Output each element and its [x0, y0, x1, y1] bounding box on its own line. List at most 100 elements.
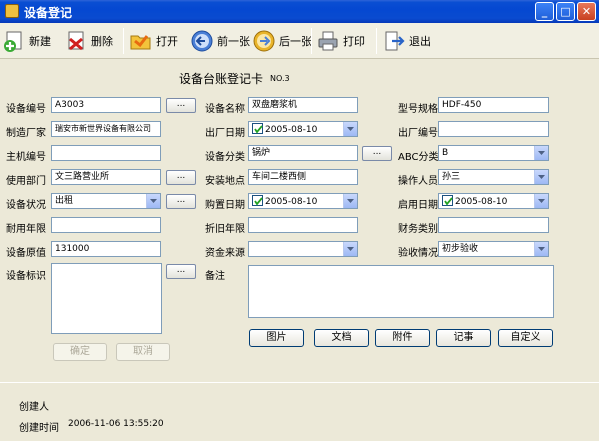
serial-no-label: 出厂编号 — [398, 128, 438, 139]
exit-button[interactable]: 退出 — [382, 27, 431, 55]
operator-select[interactable]: 孙三 — [438, 169, 549, 185]
identity-browse-button[interactable]: ... — [166, 264, 196, 279]
purchase-date-checkbox[interactable] — [252, 195, 263, 206]
device-no-browse-button[interactable]: ... — [166, 98, 196, 113]
start-date-checkbox[interactable] — [442, 195, 453, 206]
new-label: 新建 — [29, 35, 51, 48]
purchase-date-label: 购置日期 — [205, 200, 245, 211]
manufacturer-field[interactable]: 瑞安市新世界设备有限公司 — [51, 121, 161, 137]
app-icon — [5, 4, 19, 18]
serial-no-field[interactable] — [438, 121, 549, 137]
open-button[interactable]: 打开 — [129, 27, 178, 55]
maximize-button[interactable]: □ — [556, 2, 575, 21]
print-label: 打印 — [343, 35, 365, 48]
card-number: NO.3 — [270, 74, 290, 83]
category-browse-button[interactable]: ... — [362, 146, 392, 161]
identity-ok-button[interactable]: 确定 — [53, 343, 107, 361]
category-label: 设备分类 — [205, 152, 245, 163]
abc-class-label: ABC分类 — [398, 152, 439, 163]
depr-years-label: 折旧年限 — [205, 224, 245, 235]
abc-class-select[interactable]: B — [438, 145, 549, 161]
start-date-picker[interactable]: 2005-08-10 — [438, 193, 549, 209]
mfg-date-checkbox[interactable] — [252, 123, 263, 134]
finance-type-label: 财务类别 — [398, 224, 438, 235]
host-no-label: 主机编号 — [6, 152, 46, 163]
chevron-down-icon[interactable] — [534, 146, 548, 160]
chevron-down-icon[interactable] — [343, 122, 357, 136]
department-browse-button[interactable]: ... — [166, 170, 196, 185]
picture-button[interactable]: 图片 — [249, 329, 304, 347]
purchase-date-value: 2005-08-10 — [265, 197, 318, 207]
device-no-label: 设备编号 — [6, 104, 46, 115]
operator-label: 操作人员 — [398, 176, 438, 187]
depr-years-field[interactable] — [248, 217, 358, 233]
department-label: 使用部门 — [6, 176, 46, 187]
manufacturer-label: 制造厂家 — [6, 128, 46, 139]
next-button[interactable]: 后一张 — [252, 27, 312, 55]
close-button[interactable]: ✕ — [577, 2, 596, 21]
remarks-textarea[interactable] — [248, 265, 554, 318]
identity-label: 设备标识 — [6, 271, 46, 282]
printer-icon — [316, 29, 340, 53]
location-label: 安装地点 — [205, 176, 245, 187]
life-years-field[interactable] — [51, 217, 161, 233]
memo-button[interactable]: 记事 — [436, 329, 491, 347]
acceptance-label: 验收情况 — [398, 248, 438, 259]
chevron-down-icon[interactable] — [534, 194, 548, 208]
minimize-button[interactable]: _ — [535, 2, 554, 21]
chevron-down-icon[interactable] — [343, 194, 357, 208]
fund-source-select[interactable] — [248, 241, 358, 257]
acceptance-select[interactable]: 初步验收 — [438, 241, 549, 257]
open-label: 打开 — [156, 35, 178, 48]
created-time-label: 创建时间 — [19, 423, 59, 434]
mfg-date-picker[interactable]: 2005-08-10 — [248, 121, 358, 137]
status-label: 设备状况 — [6, 200, 46, 211]
identity-textarea[interactable] — [51, 263, 162, 334]
model-field[interactable]: HDF-450 — [438, 97, 549, 113]
original-value-field[interactable]: 131000 — [51, 241, 161, 257]
custom-button[interactable]: 自定义 — [498, 329, 553, 347]
device-no-field[interactable]: A3003 — [51, 97, 161, 113]
exit-door-icon — [382, 29, 406, 53]
prev-button[interactable]: 前一张 — [190, 27, 250, 55]
chevron-down-icon[interactable] — [534, 242, 548, 256]
identity-cancel-button[interactable]: 取消 — [116, 343, 170, 361]
prev-label: 前一张 — [217, 35, 250, 48]
new-doc-icon — [2, 29, 26, 53]
card-title: 设备台账登记卡 — [179, 72, 264, 86]
start-date-label: 启用日期 — [398, 200, 438, 211]
chevron-down-icon[interactable] — [343, 242, 357, 256]
chevron-down-icon[interactable] — [146, 194, 160, 208]
mfg-date-label: 出厂日期 — [205, 128, 245, 139]
exit-label: 退出 — [409, 35, 431, 48]
print-button[interactable]: 打印 — [316, 27, 365, 55]
model-label: 型号规格 — [398, 104, 438, 115]
chevron-down-icon[interactable] — [534, 170, 548, 184]
delete-button[interactable]: 删除 — [64, 27, 113, 55]
department-field[interactable]: 文三路营业所 — [51, 169, 161, 185]
abc-class-value: B — [442, 148, 449, 158]
location-field[interactable]: 车间二楼西侧 — [248, 169, 358, 185]
footer-divider — [0, 382, 599, 383]
arrow-right-icon — [252, 29, 276, 53]
mfg-date-value: 2005-08-10 — [265, 125, 318, 135]
device-name-field[interactable]: 双盘磨浆机 — [248, 97, 358, 113]
delete-label: 删除 — [91, 35, 113, 48]
remarks-label: 备注 — [205, 271, 225, 282]
attachment-button[interactable]: 附件 — [375, 329, 430, 347]
new-button[interactable]: 新建 — [2, 27, 51, 55]
purchase-date-picker[interactable]: 2005-08-10 — [248, 193, 358, 209]
status-select[interactable]: 出租 — [51, 193, 161, 209]
host-no-field[interactable] — [51, 145, 161, 161]
document-button[interactable]: 文档 — [314, 329, 369, 347]
status-value: 出租 — [55, 196, 74, 206]
status-browse-button[interactable]: ... — [166, 194, 196, 209]
device-name-label: 设备名称 — [205, 104, 245, 115]
operator-value: 孙三 — [442, 172, 461, 182]
category-field[interactable]: 锅炉 — [248, 145, 358, 161]
window-title: 设备登记 — [24, 6, 73, 20]
life-years-label: 耐用年限 — [6, 224, 46, 235]
acceptance-value: 初步验收 — [442, 244, 479, 254]
finance-type-field[interactable] — [438, 217, 549, 233]
next-label: 后一张 — [279, 35, 312, 48]
